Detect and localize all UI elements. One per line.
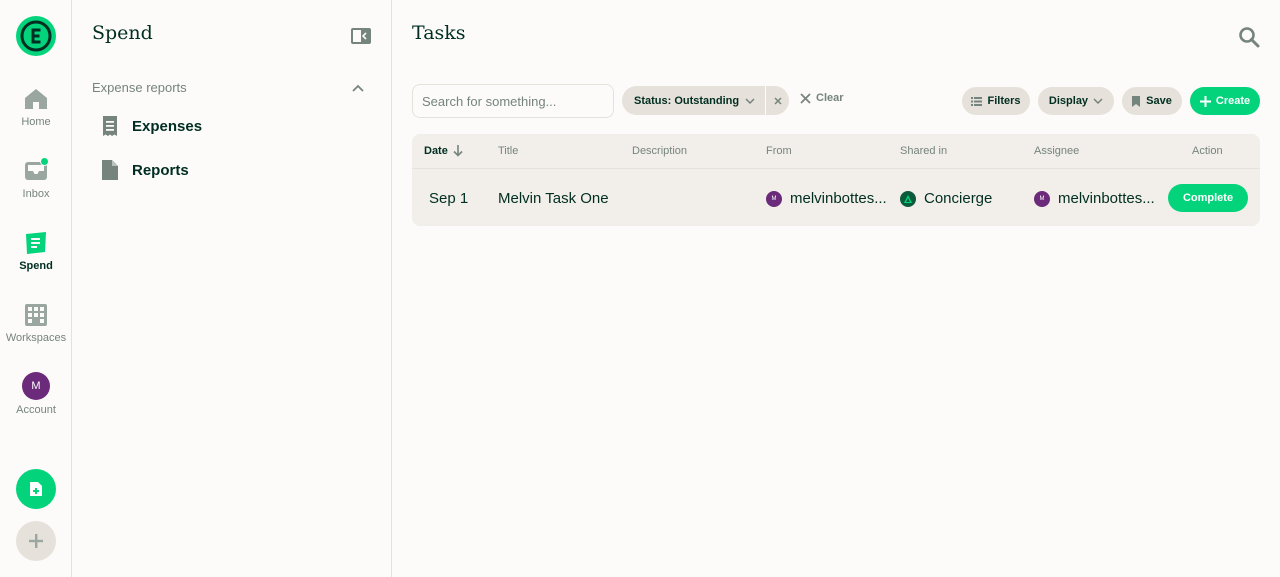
column-header-date[interactable]: Date xyxy=(424,145,463,157)
cell-title: Melvin Task One xyxy=(498,190,609,207)
plus-icon xyxy=(1199,95,1211,107)
expensify-logo-icon[interactable] xyxy=(16,16,56,56)
main-content: Tasks Status: Outstanding Clear Filters … xyxy=(392,0,1280,577)
nav-account[interactable]: M Account xyxy=(0,372,72,416)
close-icon xyxy=(774,96,782,105)
sidebar-item-expenses[interactable]: Expenses xyxy=(100,116,202,136)
nav-workspaces[interactable]: Workspaces xyxy=(0,302,72,344)
cell-from: M melvinbottes... xyxy=(766,190,887,207)
nav-home[interactable]: Home xyxy=(0,86,72,128)
tasks-table: Date Title Description From Shared in As… xyxy=(412,134,1260,226)
clear-label: Clear xyxy=(816,92,844,104)
bookmark-icon xyxy=(1132,95,1141,107)
column-header-description[interactable]: Description xyxy=(632,145,687,157)
sidebar-title: Spend xyxy=(92,22,153,44)
column-header-assignee[interactable]: Assignee xyxy=(1034,145,1079,157)
chevron-down-icon xyxy=(1093,98,1103,104)
clear-filters-button[interactable]: Clear xyxy=(800,92,844,104)
create-button[interactable]: Create xyxy=(1190,87,1260,115)
filters-button[interactable]: Filters xyxy=(962,87,1030,115)
cell-shared-in-name: Concierge xyxy=(924,190,993,207)
document-icon xyxy=(100,160,120,180)
nav-account-label: Account xyxy=(16,404,56,416)
receipt-icon xyxy=(23,230,49,256)
status-filter-chip: Status: Outstanding xyxy=(622,86,790,115)
cell-assignee: M melvinbottes... xyxy=(1034,190,1155,207)
column-header-title[interactable]: Title xyxy=(498,145,518,157)
complete-button[interactable]: Complete xyxy=(1168,184,1248,212)
remove-status-filter-button[interactable] xyxy=(765,86,790,115)
plus-icon xyxy=(29,534,43,548)
add-button[interactable] xyxy=(16,521,56,561)
column-header-date-label: Date xyxy=(424,145,448,157)
search-input[interactable] xyxy=(412,84,614,118)
chevron-up-icon xyxy=(352,84,364,92)
avatar: M xyxy=(1034,190,1050,207)
chevron-down-icon xyxy=(745,97,755,104)
column-header-action: Action xyxy=(1192,145,1223,157)
table-row[interactable]: Sep 1 Melvin Task One M melvinbottes... … xyxy=(412,170,1260,226)
avatar: M xyxy=(766,190,782,207)
global-nav-rail: Home Inbox Spend Workspaces M Account xyxy=(0,0,72,577)
nav-spend[interactable]: Spend xyxy=(0,230,72,272)
inbox-icon xyxy=(23,157,49,184)
column-header-from[interactable]: From xyxy=(766,145,792,157)
nav-inbox[interactable]: Inbox xyxy=(0,157,72,200)
sidebar-item-reports[interactable]: Reports xyxy=(100,160,189,180)
unread-dot xyxy=(40,157,49,166)
cell-date: Sep 1 xyxy=(429,190,469,207)
collapse-sidebar-button[interactable] xyxy=(351,28,371,44)
display-button[interactable]: Display xyxy=(1038,87,1114,115)
filters-label: Filters xyxy=(987,95,1021,107)
collapse-panel-icon xyxy=(351,28,371,44)
spend-sidebar: Spend Expense reports Expenses Reports xyxy=(72,0,392,577)
new-expense-button[interactable] xyxy=(16,469,56,509)
create-label: Create xyxy=(1215,95,1251,107)
expense-reports-section-toggle[interactable]: Expense reports xyxy=(92,80,364,95)
receipt-icon xyxy=(100,116,120,136)
sidebar-item-reports-label: Reports xyxy=(132,161,189,179)
search-button[interactable] xyxy=(1238,26,1260,48)
status-filter-dropdown[interactable]: Status: Outstanding xyxy=(622,86,766,115)
status-filter-label: Status: Outstanding xyxy=(634,94,740,107)
new-expense-icon xyxy=(30,482,42,496)
save-label: Save xyxy=(1146,95,1172,107)
page-title: Tasks xyxy=(412,22,466,44)
cell-shared-in: Concierge xyxy=(900,190,992,207)
column-header-shared-in[interactable]: Shared in xyxy=(900,145,947,157)
arrow-down-icon xyxy=(453,145,463,157)
nav-inbox-label: Inbox xyxy=(22,188,50,200)
save-search-button[interactable]: Save xyxy=(1122,87,1182,115)
search-icon xyxy=(1239,27,1260,48)
close-icon xyxy=(800,92,811,104)
building-icon xyxy=(23,302,49,328)
section-label: Expense reports xyxy=(92,80,187,95)
sidebar-item-expenses-label: Expenses xyxy=(132,117,203,135)
cell-from-name: melvinbottes... xyxy=(790,190,887,207)
concierge-icon xyxy=(900,190,916,207)
cell-assignee-name: melvinbottes... xyxy=(1058,190,1155,207)
display-label: Display xyxy=(1048,95,1089,107)
nav-workspaces-label: Workspaces xyxy=(5,332,67,344)
avatar: M xyxy=(22,372,50,400)
nav-spend-label: Spend xyxy=(19,260,53,272)
home-icon xyxy=(23,86,49,112)
nav-home-label: Home xyxy=(21,116,51,128)
table-header: Date Title Description From Shared in As… xyxy=(412,134,1260,169)
filter-icon xyxy=(971,96,983,106)
